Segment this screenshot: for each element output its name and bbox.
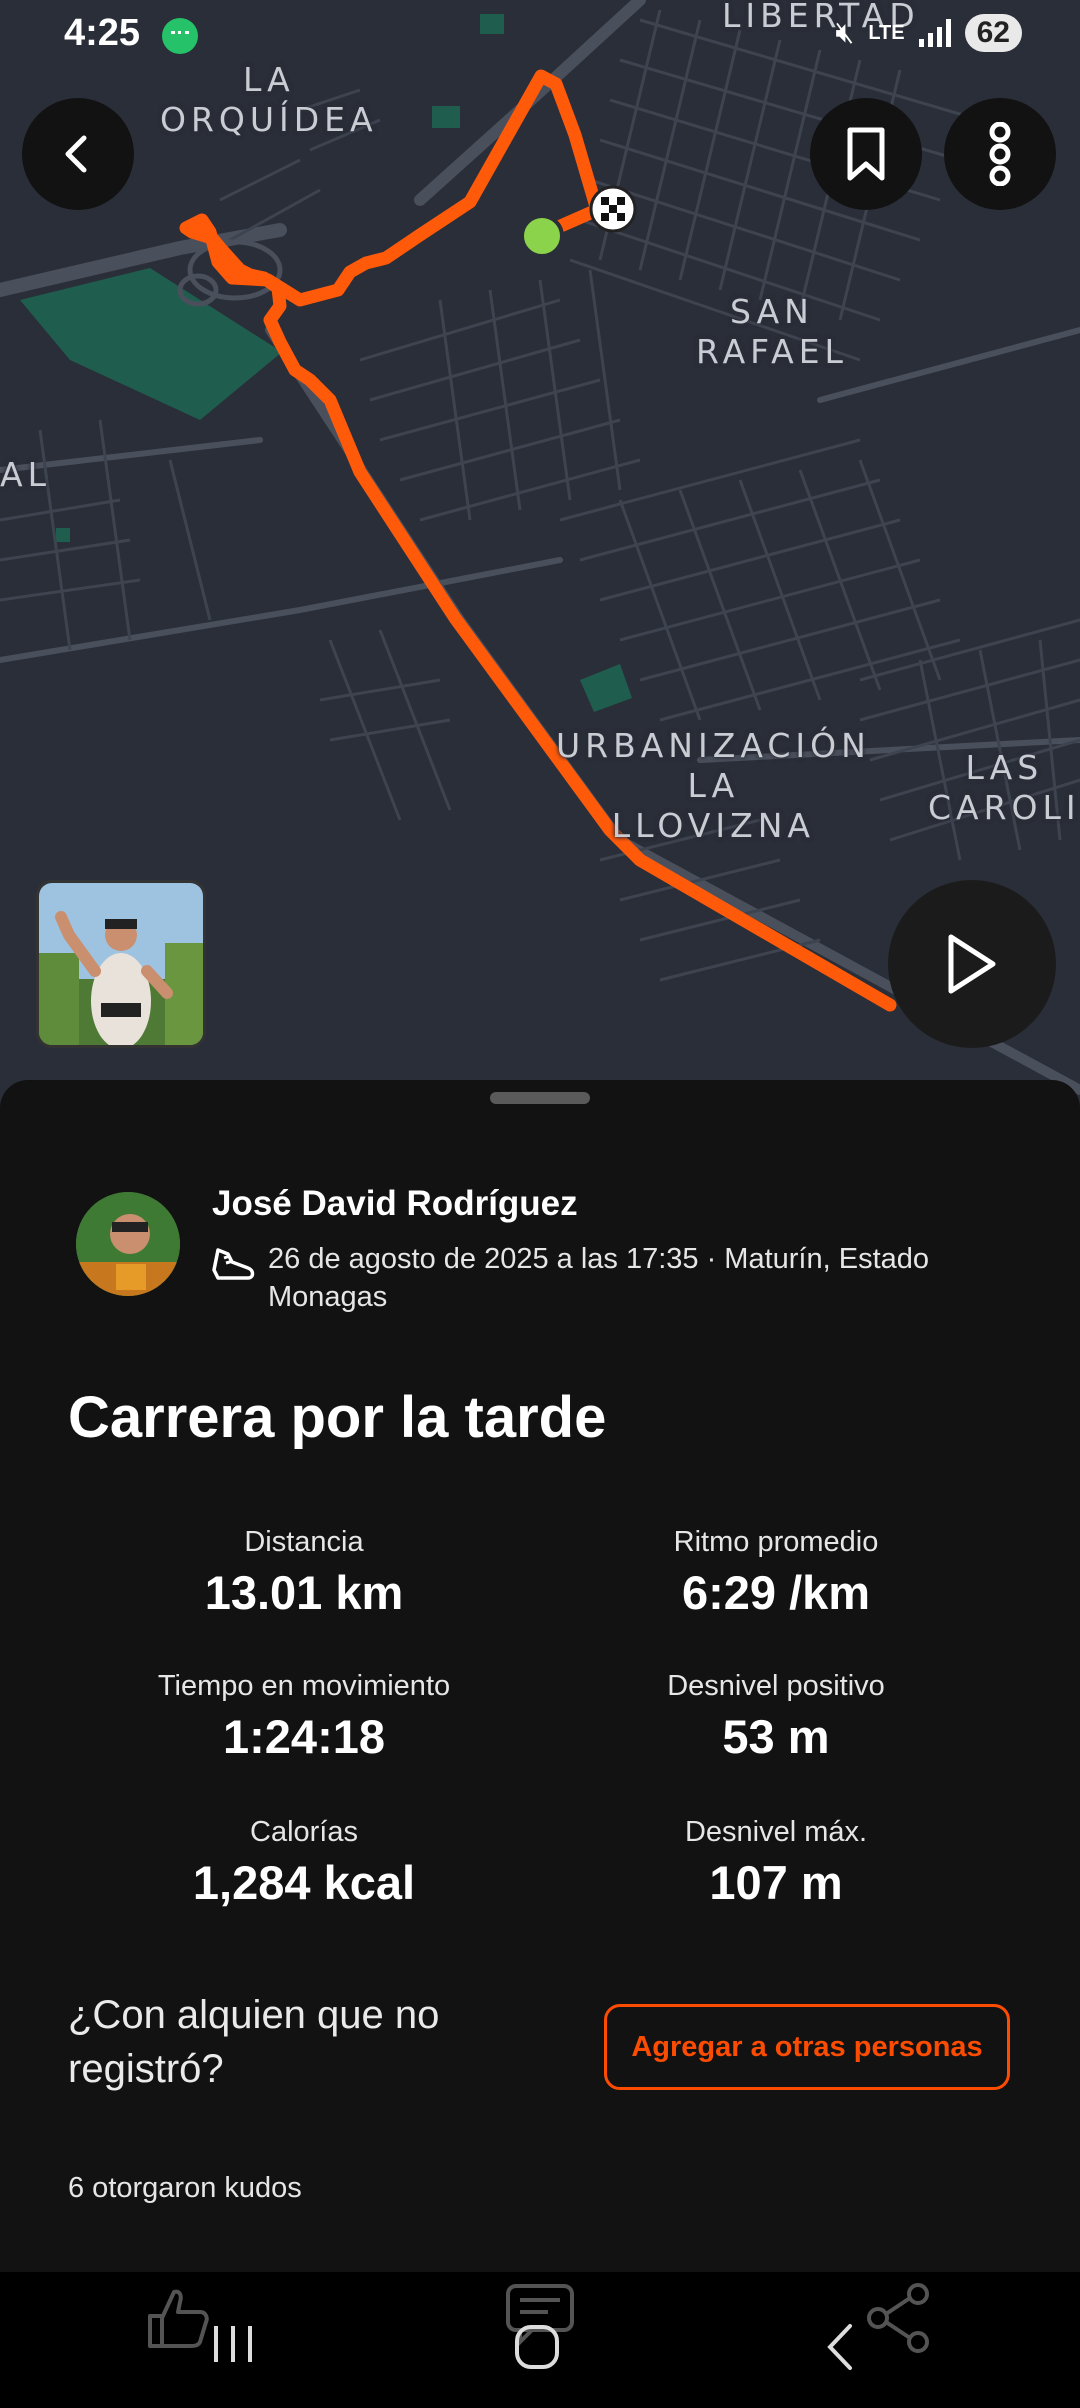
recent-apps-icon[interactable] [208,2322,258,2366]
activity-photo-thumbnail[interactable] [36,880,206,1048]
running-shoe-icon [212,1248,255,1280]
stat-label: Ritmo promedio [673,1526,879,1558]
stat-distance: Distancia 13.01 km [64,1526,544,1620]
map-label-la-orquidea: LA ORQUÍDEA [160,60,378,139]
start-marker [520,214,564,258]
back-nav-icon[interactable] [822,2322,858,2372]
park-area [432,106,460,128]
stat-max-elevation: Desnivel máx. 107 m [536,1816,1016,1910]
add-others-button[interactable]: Agregar a otras personas [604,2004,1010,2090]
park-area [580,664,632,712]
activity-title: Carrera por la tarde [68,1385,607,1450]
stat-label: Distancia [244,1526,364,1558]
finish-marker [589,185,637,233]
system-icons: 🔇︎ LTE 62 [835,14,1022,52]
map-label-san-rafael: SAN RAFAEL [696,292,848,371]
bookmark-icon [847,127,885,181]
more-vertical-icon [989,122,1011,186]
kudos-count[interactable]: 6 otorgaron kudos [68,2172,302,2205]
athlete-name[interactable]: José David Rodríguez [212,1184,578,1224]
map-label-las-carolinas: LAS CAROLI [928,748,1080,827]
chevron-left-icon [65,135,87,173]
lte-indicator: LTE [868,21,905,44]
activity-details-sheet: José David Rodríguez 26 de agosto de 202… [0,1080,1080,2272]
park-area [20,268,282,420]
sheet-drag-handle[interactable] [490,1092,590,1104]
status-time: 4:25 [64,12,141,54]
stat-moving-time: Tiempo en movimiento 1:24:18 [64,1670,544,1764]
play-icon [948,934,996,994]
activity-photo [39,883,203,1045]
status-bar: 4:25 🔇︎ LTE 62 [0,0,1080,72]
social-action-bar [0,2272,1080,2408]
more-options-button[interactable] [944,98,1056,210]
home-icon[interactable] [512,2322,562,2372]
thumbs-up-icon[interactable] [144,2282,216,2354]
stat-avg-pace: Ritmo promedio 6:29 /km [536,1526,1016,1620]
map-label-urbanizacion-la-llovizna: URBANIZACIÓN LA LLOVIZNA [556,726,871,845]
map-label-al: AL [0,455,51,494]
activity-date-location: 26 de agosto de 2025 a las 17:35 · Matur… [268,1243,930,1313]
messages-icon [162,18,198,54]
stat-label: Tiempo en movimiento [157,1670,451,1702]
back-button[interactable] [22,98,134,210]
mute-icon: 🔇︎ [835,16,855,49]
share-icon[interactable] [864,2282,936,2354]
stat-value: 107 m [709,1856,843,1909]
park-area [56,528,70,542]
tag-others-prompt: ¿Con alquien que no registró? [68,1993,440,2091]
stat-calories: Calorías 1,284 kcal [64,1816,544,1910]
stat-value: 6:29 /km [681,1566,871,1619]
stat-value: 53 m [722,1710,830,1763]
stat-label: Calorías [250,1816,358,1848]
stat-label: Desnivel positivo [667,1670,885,1702]
play-flyover-button[interactable] [888,880,1056,1048]
avatar[interactable] [76,1192,180,1296]
stat-value: 1,284 kcal [192,1856,416,1909]
stat-elevation-gain: Desnivel positivo 53 m [536,1670,1016,1764]
stat-value: 13.01 km [204,1566,404,1619]
signal-icon [918,19,951,47]
battery-indicator: 62 [964,14,1022,52]
athlete-avatar-image [76,1192,180,1296]
stat-label: Desnivel máx. [684,1816,868,1848]
stat-value: 1:24:18 [223,1710,385,1763]
bookmark-button[interactable] [810,98,922,210]
